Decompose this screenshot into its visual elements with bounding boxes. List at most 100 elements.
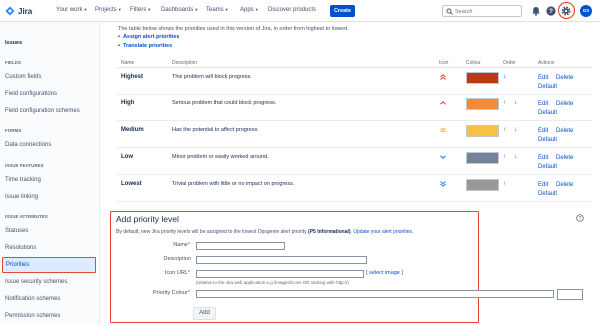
search-box[interactable] [442,5,522,17]
assign-alert-priorities-link[interactable]: • Assign alert priorities [118,34,179,40]
row-divider [117,201,592,202]
nav-teams[interactable]: Teams▼ [206,7,229,13]
edit-link[interactable]: Edit [538,128,548,134]
select-image-control: [ select image ] [366,270,404,276]
bullet: • [118,43,120,49]
row-divider [117,147,592,148]
bullet: • [118,34,120,40]
order-arrows[interactable]: ↓ [503,73,509,80]
nav-filters[interactable]: Filters▼ [130,7,151,13]
make-default-link[interactable]: Default [538,137,557,143]
column-header-icon: Icon [439,60,449,66]
settings-icon[interactable] [560,5,572,17]
delete-link[interactable]: Delete [556,101,573,107]
translate-priorities-link[interactable]: • Translate priorities [118,43,172,49]
name-field[interactable] [196,242,285,250]
delete-link[interactable]: Delete [556,182,573,188]
description-field[interactable] [196,256,367,264]
icon-url-field[interactable] [196,270,364,278]
priority-colour-swatch [466,125,499,137]
edit-link[interactable]: Edit [538,155,548,161]
nav-projects[interactable]: Projects▼ [95,7,122,13]
order-arrows[interactable]: ↑ [503,180,509,187]
search-icon [446,8,453,15]
jira-logo-icon [5,6,15,16]
chevron-down-icon: ▼ [224,7,229,12]
sidebar-item-field-configurations[interactable]: Field configurations [5,91,57,97]
chevron-up-icon [440,101,446,105]
row-divider [117,174,592,175]
chevron-down-icon: ▼ [83,7,88,12]
make-default-link[interactable]: Default [538,191,557,197]
sidebar-item-permission-schemes[interactable]: Permission schemes [5,313,60,319]
sidebar-item-issue-security-schemes[interactable]: Issue security schemes [5,279,67,285]
sidebar-item-notification-schemes[interactable]: Notification schemes [5,296,60,302]
priority-colour-label: Priority Colour* [153,290,190,296]
column-header-colour: Colour [466,60,481,66]
jira-logo[interactable]: Jira [5,5,32,17]
chevron-double-up-icon [440,74,446,80]
priority-description: Serious problem that could block progres… [172,100,277,106]
equals-icon [440,128,446,132]
chevron-down-icon: ▼ [117,7,122,12]
sidebar-item-field-configuration-schemes[interactable]: Field configuration schemes [5,108,80,114]
priority-description: Trivial problem with little or no impact… [172,181,295,187]
chevron-down-icon [440,155,446,159]
column-header-order: Order [503,60,516,66]
order-arrows[interactable]: ↑ ↓ [503,153,520,160]
make-default-link[interactable]: Default [538,84,557,90]
priority-name: Low [121,154,133,160]
description-label: Description [163,256,191,262]
edit-link[interactable]: Edit [538,101,548,107]
create-button[interactable]: Create [330,5,355,17]
notifications-icon[interactable] [530,5,542,17]
table-header-divider [117,67,592,68]
column-header-actions: Actions [538,60,555,66]
sidebar-item-statuses[interactable]: Statuses [5,228,28,234]
help-icon[interactable]: ? [545,5,557,17]
intro-text: The table below shows the priorities use… [118,26,349,32]
colour-picker-box[interactable] [557,289,583,300]
chevron-down-icon: ▼ [194,7,199,12]
make-default-link[interactable]: Default [538,110,557,116]
delete-link[interactable]: Delete [556,128,573,134]
nav-dashboards[interactable]: Dashboards▼ [161,7,198,13]
make-default-link[interactable]: Default [538,164,557,170]
add-button[interactable]: Add [193,307,216,320]
chevron-down-icon: ▼ [254,7,259,12]
priority-name: High [121,100,135,106]
priority-colour-swatch [466,179,499,191]
icon-url-label: Icon URL* [164,270,190,276]
delete-link[interactable]: Delete [556,75,573,81]
chevron-down-icon: ▼ [147,7,152,12]
edit-link[interactable]: Edit [538,182,548,188]
order-arrows[interactable]: ↑ ↓ [503,99,520,106]
column-header-name: Name [121,60,135,66]
add-priority-panel [110,211,479,323]
priority-name: Lowest [121,181,142,187]
sidebar-item-data-connections[interactable]: Data connections [5,142,51,148]
priority-colour-field[interactable] [196,290,554,298]
search-input[interactable] [455,7,519,16]
column-header-description: Description [172,60,198,66]
delete-link[interactable]: Delete [556,155,573,161]
help-icon[interactable]: ? [576,214,584,222]
nav-apps[interactable]: Apps▼ [240,7,259,13]
name-label: Name* [173,242,190,248]
nav-your-work[interactable]: Your work▼ [56,7,87,13]
priority-colour-swatch [466,72,499,84]
add-priority-description: By default, new Jira priority levels wil… [116,229,414,235]
nav-discover-products[interactable]: Discover products [268,7,316,13]
app-name: Jira [18,6,33,16]
select-image-link[interactable]: select image [369,270,400,276]
sidebar-item-priorities[interactable]: Priorities [2,257,96,273]
sidebar-item-custom-fields[interactable]: Custom fields [5,74,41,80]
order-arrows[interactable]: ↑ ↓ [503,126,520,133]
sidebar-item-time-tracking[interactable]: Time tracking [5,177,41,183]
edit-link[interactable]: Edit [538,75,548,81]
sidebar-item-resolutions[interactable]: Resolutions [5,245,36,251]
sidebar-title: Issues [5,40,23,46]
update-alert-priorities-link[interactable]: Update your alert priorities. [353,229,413,235]
sidebar-item-issue-linking[interactable]: Issue linking [5,194,38,200]
avatar[interactable]: GS [580,5,592,17]
